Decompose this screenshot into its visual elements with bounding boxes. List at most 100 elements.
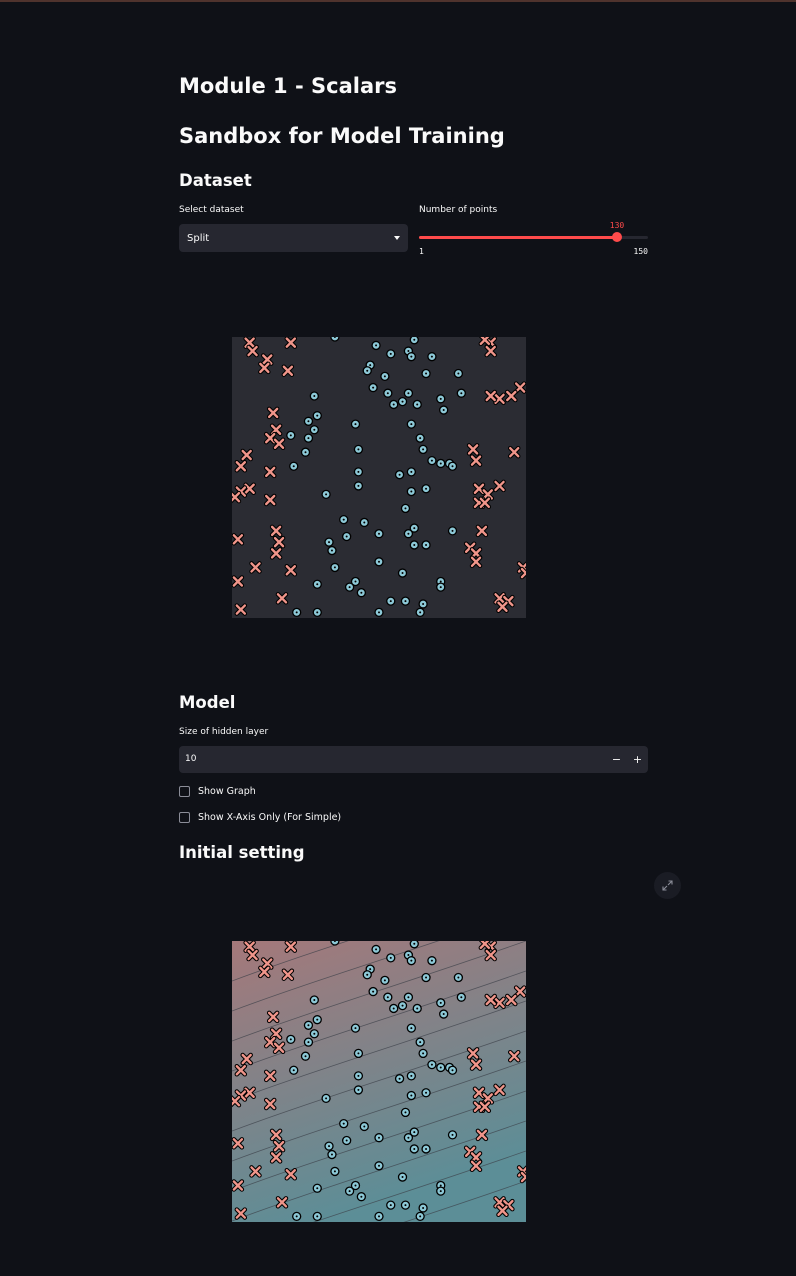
class-o-point — [286, 430, 296, 440]
class-o-point — [409, 337, 419, 345]
class-o-point — [421, 1144, 431, 1154]
class-o-point — [406, 1023, 416, 1033]
class-x-point — [240, 448, 253, 462]
class-x-point — [258, 965, 271, 979]
class-o-point — [353, 1048, 364, 1059]
class-o-point — [356, 1192, 367, 1202]
class-o-point — [330, 562, 340, 573]
class-o-point — [356, 588, 367, 598]
class-o-point — [353, 1071, 364, 1081]
class-o-point — [300, 1051, 311, 1061]
class-o-point — [427, 1059, 437, 1070]
class-o-point — [292, 1211, 302, 1222]
class-x-point — [507, 1049, 521, 1063]
class-x-point — [466, 443, 480, 456]
increment-button[interactable]: + — [627, 746, 648, 773]
class-o-point — [312, 1015, 322, 1025]
fullscreen-button[interactable] — [654, 872, 681, 899]
hidden-size-input[interactable]: 10 − + — [179, 746, 648, 773]
class-o-point — [362, 366, 372, 376]
class-o-point — [303, 416, 314, 426]
class-o-point — [400, 503, 411, 514]
class-o-point — [350, 1023, 361, 1033]
show-x-axis-label: Show X-Axis Only (For Simple) — [198, 812, 342, 823]
class-o-point — [421, 368, 431, 379]
class-o-point — [427, 352, 437, 362]
initial-setting-plot — [232, 941, 526, 1222]
class-o-point — [330, 941, 340, 946]
class-x-point — [466, 1047, 480, 1060]
class-x-point — [484, 389, 497, 403]
class-x-point — [232, 1179, 245, 1192]
class-x-point — [269, 524, 283, 538]
class-x-point — [493, 479, 506, 493]
class-o-point — [380, 975, 390, 985]
class-x-point — [275, 1196, 289, 1209]
slider-value: 130 — [609, 221, 625, 230]
slider-thumb[interactable] — [612, 232, 622, 242]
class-x-point — [249, 1165, 262, 1178]
class-x-point — [281, 364, 295, 377]
class-o-point — [415, 1037, 425, 1047]
class-x-point — [249, 561, 262, 574]
chevron-down-icon — [394, 236, 400, 240]
top-decoration-bar — [0, 0, 796, 2]
show-graph-label: Show Graph — [198, 786, 256, 797]
class-o-point — [374, 1211, 384, 1222]
show-x-axis-checkbox[interactable]: Show X-Axis Only (For Simple) — [179, 812, 341, 823]
class-x-point — [496, 600, 509, 614]
class-o-point — [374, 557, 384, 567]
class-x-point — [234, 460, 248, 473]
class-o-point — [447, 1065, 458, 1075]
class-o-point — [421, 1088, 431, 1098]
class-o-point — [403, 388, 414, 398]
class-x-point — [275, 592, 289, 605]
class-x-point — [272, 1139, 286, 1153]
class-o-point — [436, 582, 446, 592]
class-o-point — [371, 944, 381, 955]
class-o-point — [389, 1003, 399, 1014]
class-o-point — [300, 447, 311, 457]
class-x-point — [246, 344, 259, 358]
class-x-point — [232, 1094, 242, 1108]
class-o-point — [403, 1133, 414, 1143]
points-slider[interactable]: 130 1 150 — [419, 220, 648, 260]
points-label: Number of points — [419, 205, 498, 215]
class-o-point — [344, 1186, 355, 1196]
class-x-point — [513, 985, 526, 998]
checkbox-box[interactable] — [179, 786, 190, 797]
class-o-point — [386, 1200, 396, 1210]
class-o-point — [436, 1062, 446, 1073]
class-x-point — [281, 968, 295, 981]
class-x-point — [234, 1207, 248, 1220]
class-o-point — [303, 1020, 314, 1030]
class-x-point — [284, 941, 298, 953]
initial-setting-heading: Initial setting — [179, 843, 305, 862]
class-x-point — [258, 361, 271, 375]
dataset-select[interactable]: Split — [179, 224, 408, 252]
model-heading: Model — [179, 693, 236, 712]
class-o-point — [409, 941, 419, 949]
show-graph-checkbox[interactable]: Show Graph — [179, 786, 256, 797]
class-o-point — [303, 433, 314, 443]
hidden-size-value[interactable]: 10 — [185, 746, 196, 773]
dataset-select-value: Split — [187, 232, 210, 244]
class-o-point — [362, 970, 372, 980]
class-o-point — [403, 529, 414, 539]
class-o-point — [330, 337, 340, 342]
class-o-point — [303, 1037, 314, 1047]
class-o-point — [415, 1211, 425, 1222]
class-o-point — [324, 1141, 334, 1151]
class-o-point — [374, 1133, 384, 1143]
decrement-button[interactable]: − — [606, 746, 627, 773]
class-o-point — [386, 596, 396, 606]
fullscreen-icon — [662, 880, 673, 891]
class-o-point — [456, 992, 466, 1002]
class-o-point — [350, 419, 361, 429]
class-x-point — [513, 381, 526, 394]
checkbox-box[interactable] — [179, 812, 190, 823]
class-x-point — [269, 1128, 283, 1142]
class-o-point — [342, 531, 352, 542]
slider-fill — [419, 236, 617, 239]
class-x-point — [493, 392, 506, 406]
